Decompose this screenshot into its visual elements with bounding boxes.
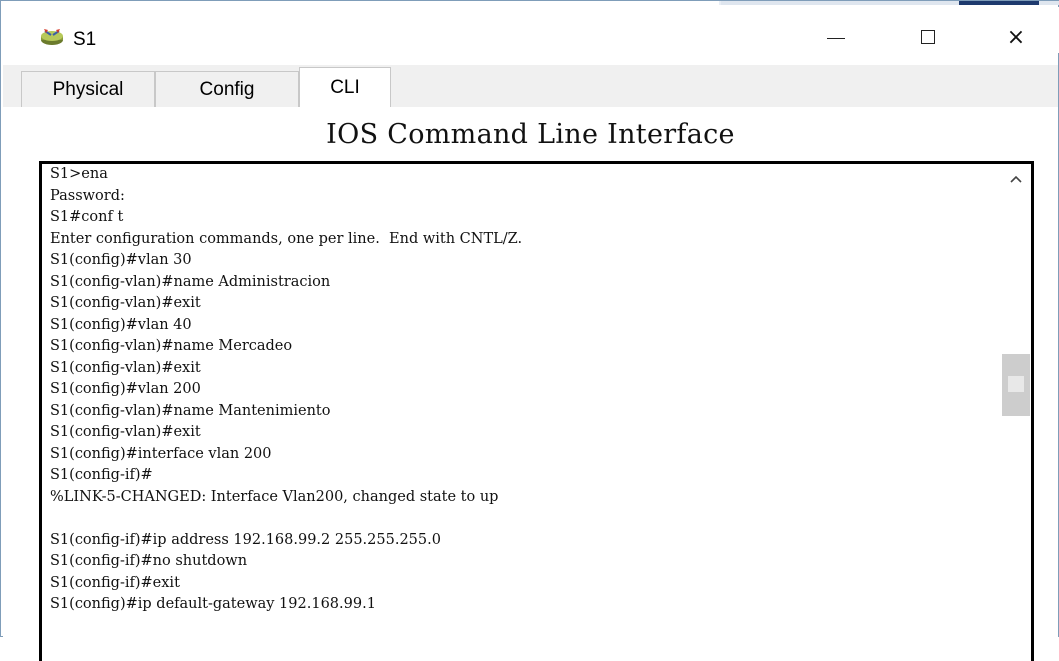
console-line: S1(config-vlan)#name Mantenimiento	[50, 402, 331, 419]
console-line: S1(config-if)#exit	[50, 574, 180, 591]
top-accent-strip	[1, 1, 1059, 5]
console-line: S1(config)#vlan 30	[50, 252, 192, 268]
title-bar[interactable]: S1 ×	[1, 7, 1059, 53]
tab-bar: Physical Config CLI	[3, 65, 1058, 108]
console-line: Password:	[50, 187, 125, 204]
console-line: S1(config-if)#ip address 192.168.99.2 25…	[50, 531, 441, 548]
console-line: S1(config-vlan)#exit	[50, 295, 201, 311]
console-output[interactable]: S1>ena Password: S1#conf t Enter configurat…	[50, 164, 522, 616]
window-title: S1	[73, 29, 97, 50]
close-button[interactable]: ×	[989, 17, 1043, 57]
console-line: S1(config-vlan)#name Mercadeo	[50, 338, 293, 354]
console-line: S1(config)#vlan 200	[50, 381, 201, 397]
console-line: Enter configuration commands, one per li…	[50, 230, 523, 247]
console-line: S1(config-vlan)#name Administracion	[50, 273, 331, 290]
tab-cli[interactable]: CLI	[299, 67, 391, 108]
console-line: %LINK-5-CHANGED: Interface Vlan200, chan…	[50, 488, 499, 505]
scroll-thumb-grip	[1008, 376, 1024, 392]
switch-device-icon	[39, 27, 65, 47]
close-icon: ×	[1006, 24, 1026, 50]
console-line: S1(config)#vlan 40	[50, 316, 192, 333]
cli-console[interactable]: S1>ena Password: S1#conf t Enter configurat…	[39, 161, 1034, 661]
minimize-button[interactable]	[809, 17, 863, 57]
minimize-icon	[827, 37, 845, 39]
cli-panel: IOS Command Line Interface S1>ena Passwor…	[3, 107, 1058, 661]
scroll-thumb[interactable]	[1002, 354, 1030, 416]
maximize-button[interactable]	[901, 17, 955, 57]
maximize-icon	[921, 30, 935, 44]
tab-physical[interactable]: Physical	[21, 71, 155, 107]
console-line: S1#conf t	[50, 209, 124, 225]
scroll-up-icon[interactable]	[1001, 168, 1031, 190]
console-line: S1(config-if)#	[50, 467, 153, 483]
app-window: S1 × Physical Config CLI IOS Command Lin…	[0, 0, 1059, 661]
console-line: S1(config-vlan)#exit	[50, 424, 201, 440]
console-line: S1(config-if)#no shutdown	[50, 553, 248, 569]
console-line: S1(config)#interface vlan 200	[50, 445, 272, 462]
tab-config[interactable]: Config	[155, 71, 299, 107]
console-line: S1>ena	[50, 166, 108, 182]
console-scrollbar[interactable]	[1001, 164, 1031, 661]
console-line: S1(config-vlan)#exit	[50, 359, 201, 376]
console-line: S1(config)#ip default-gateway 192.168.99…	[50, 596, 376, 612]
cli-heading: IOS Command Line Interface	[326, 119, 735, 150]
